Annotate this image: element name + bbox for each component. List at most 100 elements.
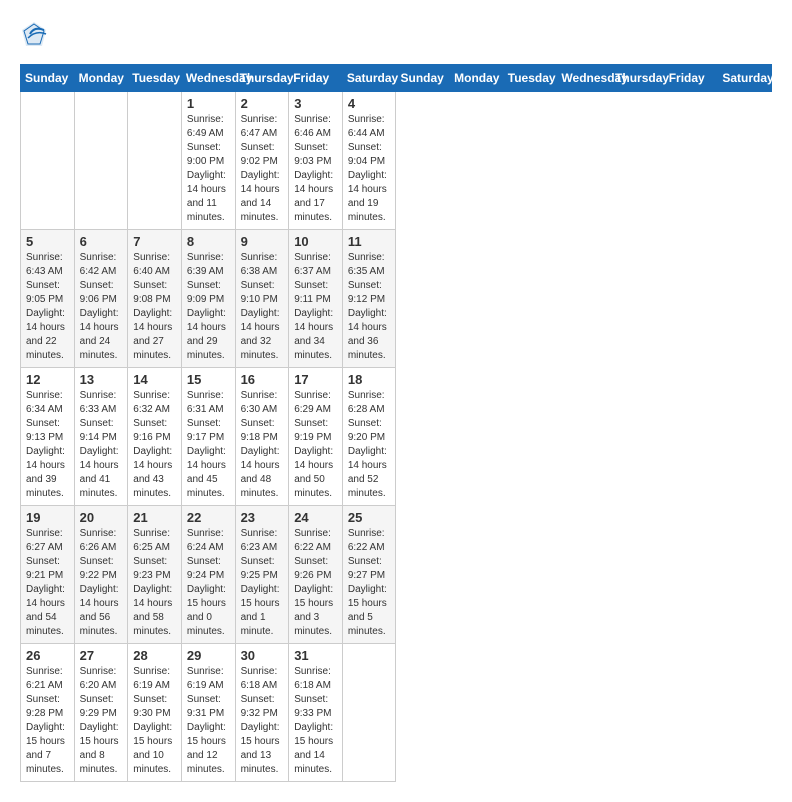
cell-info: Sunrise: 6:22 AM Sunset: 9:26 PM Dayligh…: [294, 527, 337, 639]
cell-info: Sunrise: 6:49 AM Sunset: 9:00 PM Dayligh…: [187, 113, 230, 225]
day-number: 29: [187, 648, 230, 663]
cell-info: Sunrise: 6:26 AM Sunset: 9:22 PM Dayligh…: [80, 527, 123, 639]
cell-info: Sunrise: 6:35 AM Sunset: 9:12 PM Dayligh…: [348, 251, 391, 363]
calendar-cell: 2 Sunrise: 6:47 AM Sunset: 9:02 PM Daylig…: [235, 92, 289, 230]
day-number: 20: [80, 510, 123, 525]
col-header-saturday: Saturday: [718, 65, 772, 92]
col-header-wednesday: Wednesday: [557, 65, 611, 92]
calendar-cell: 11 Sunrise: 6:35 AM Sunset: 9:12 PM Dayli…: [342, 230, 396, 368]
calendar-cell: 19 Sunrise: 6:27 AM Sunset: 9:21 PM Dayli…: [21, 506, 75, 644]
day-number: 24: [294, 510, 337, 525]
col-header-tuesday: Tuesday: [503, 65, 557, 92]
calendar-cell: 18Sunrise: 6:28 AM Sunset: 9:20 PM Dayli…: [342, 368, 396, 506]
calendar-cell: 14 Sunrise: 6:32 AM Sunset: 9:16 PM Dayli…: [128, 368, 182, 506]
calendar-cell: 27 Sunrise: 6:20 AM Sunset: 9:29 PM Dayli…: [74, 644, 128, 782]
day-number: 22: [187, 510, 230, 525]
cell-info: Sunrise: 6:42 AM Sunset: 9:06 PM Dayligh…: [80, 251, 123, 363]
day-number: 7: [133, 234, 176, 249]
cell-info: Sunrise: 6:22 AM Sunset: 9:27 PM Dayligh…: [348, 527, 391, 639]
cell-info: Sunrise: 6:18 AM Sunset: 9:32 PM Dayligh…: [241, 665, 284, 777]
calendar-cell: 29 Sunrise: 6:19 AM Sunset: 9:31 PM Dayli…: [181, 644, 235, 782]
day-number: 30: [241, 648, 284, 663]
day-number: 6: [80, 234, 123, 249]
calendar-cell: 12 Sunrise: 6:34 AM Sunset: 9:13 PM Dayli…: [21, 368, 75, 506]
day-number: 19: [26, 510, 69, 525]
calendar-cell: 7Sunrise: 6:40 AM Sunset: 9:08 PM Daylig…: [128, 230, 182, 368]
day-number: 21: [133, 510, 176, 525]
cell-info: Sunrise: 6:34 AM Sunset: 9:13 PM Dayligh…: [26, 389, 69, 501]
cell-info: Sunrise: 6:25 AM Sunset: 9:23 PM Dayligh…: [133, 527, 176, 639]
calendar-cell: 28 Sunrise: 6:19 AM Sunset: 9:30 PM Dayli…: [128, 644, 182, 782]
calendar-cell: 30 Sunrise: 6:18 AM Sunset: 9:32 PM Dayli…: [235, 644, 289, 782]
day-number: 14: [133, 372, 176, 387]
calendar-cell: [74, 92, 128, 230]
col-header-monday: Monday: [450, 65, 504, 92]
cell-info: Sunrise: 6:18 AM Sunset: 9:33 PM Dayligh…: [294, 665, 337, 777]
cell-info: Sunrise: 6:19 AM Sunset: 9:30 PM Dayligh…: [133, 665, 176, 777]
calendar-cell: 24 Sunrise: 6:22 AM Sunset: 9:26 PM Dayli…: [289, 506, 343, 644]
cell-info: Sunrise: 6:30 AM Sunset: 9:18 PM Dayligh…: [241, 389, 284, 501]
header-sunday: Sunday: [21, 65, 75, 92]
calendar-week-4: 19 Sunrise: 6:27 AM Sunset: 9:21 PM Dayli…: [21, 506, 772, 644]
day-number: 16: [241, 372, 284, 387]
day-number: 25: [348, 510, 391, 525]
calendar-table: SundayMondayTuesdayWednesdayThursdayFrid…: [20, 64, 772, 782]
day-number: 9: [241, 234, 284, 249]
cell-info: Sunrise: 6:32 AM Sunset: 9:16 PM Dayligh…: [133, 389, 176, 501]
calendar-cell: 31 Sunrise: 6:18 AM Sunset: 9:33 PM Dayli…: [289, 644, 343, 782]
header-tuesday: Tuesday: [128, 65, 182, 92]
cell-info: Sunrise: 6:46 AM Sunset: 9:03 PM Dayligh…: [294, 113, 337, 225]
cell-info: Sunrise: 6:20 AM Sunset: 9:29 PM Dayligh…: [80, 665, 123, 777]
day-number: 3: [294, 96, 337, 111]
calendar-cell: 1Sunrise: 6:49 AM Sunset: 9:00 PM Daylig…: [181, 92, 235, 230]
cell-info: Sunrise: 6:31 AM Sunset: 9:17 PM Dayligh…: [187, 389, 230, 501]
calendar-cell: 23 Sunrise: 6:23 AM Sunset: 9:25 PM Dayli…: [235, 506, 289, 644]
cell-info: Sunrise: 6:19 AM Sunset: 9:31 PM Dayligh…: [187, 665, 230, 777]
day-number: 27: [80, 648, 123, 663]
cell-info: Sunrise: 6:43 AM Sunset: 9:05 PM Dayligh…: [26, 251, 69, 363]
cell-info: Sunrise: 6:28 AM Sunset: 9:20 PM Dayligh…: [348, 389, 391, 501]
calendar-cell: [21, 92, 75, 230]
calendar-header-row: SundayMondayTuesdayWednesdayThursdayFrid…: [21, 65, 772, 92]
logo: [20, 20, 52, 48]
day-number: 15: [187, 372, 230, 387]
calendar-week-5: 26Sunrise: 6:21 AM Sunset: 9:28 PM Dayli…: [21, 644, 772, 782]
calendar-cell: 26Sunrise: 6:21 AM Sunset: 9:28 PM Dayli…: [21, 644, 75, 782]
cell-info: Sunrise: 6:33 AM Sunset: 9:14 PM Dayligh…: [80, 389, 123, 501]
header-monday: Monday: [74, 65, 128, 92]
day-number: 28: [133, 648, 176, 663]
day-number: 13: [80, 372, 123, 387]
cell-info: Sunrise: 6:39 AM Sunset: 9:09 PM Dayligh…: [187, 251, 230, 363]
day-number: 23: [241, 510, 284, 525]
logo-icon: [20, 20, 48, 48]
day-number: 12: [26, 372, 69, 387]
cell-info: Sunrise: 6:24 AM Sunset: 9:24 PM Dayligh…: [187, 527, 230, 639]
day-number: 4: [348, 96, 391, 111]
calendar-cell: 17 Sunrise: 6:29 AM Sunset: 9:19 PM Dayli…: [289, 368, 343, 506]
header-friday: Friday: [289, 65, 343, 92]
day-number: 26: [26, 648, 69, 663]
calendar-cell: 22 Sunrise: 6:24 AM Sunset: 9:24 PM Dayli…: [181, 506, 235, 644]
header-wednesday: Wednesday: [181, 65, 235, 92]
calendar-cell: 3 Sunrise: 6:46 AM Sunset: 9:03 PM Daylig…: [289, 92, 343, 230]
cell-info: Sunrise: 6:29 AM Sunset: 9:19 PM Dayligh…: [294, 389, 337, 501]
calendar-cell: 25 Sunrise: 6:22 AM Sunset: 9:27 PM Dayli…: [342, 506, 396, 644]
day-number: 31: [294, 648, 337, 663]
day-number: 5: [26, 234, 69, 249]
calendar-week-3: 12 Sunrise: 6:34 AM Sunset: 9:13 PM Dayli…: [21, 368, 772, 506]
col-header-friday: Friday: [664, 65, 718, 92]
col-header-thursday: Thursday: [611, 65, 665, 92]
cell-info: Sunrise: 6:27 AM Sunset: 9:21 PM Dayligh…: [26, 527, 69, 639]
calendar-cell: 16 Sunrise: 6:30 AM Sunset: 9:18 PM Dayli…: [235, 368, 289, 506]
calendar-cell: [128, 92, 182, 230]
day-number: 17: [294, 372, 337, 387]
calendar-cell: [342, 644, 396, 782]
cell-info: Sunrise: 6:23 AM Sunset: 9:25 PM Dayligh…: [241, 527, 284, 639]
cell-info: Sunrise: 6:47 AM Sunset: 9:02 PM Dayligh…: [241, 113, 284, 225]
header-thursday: Thursday: [235, 65, 289, 92]
calendar-cell: 4Sunrise: 6:44 AM Sunset: 9:04 PM Daylig…: [342, 92, 396, 230]
calendar-cell: 20 Sunrise: 6:26 AM Sunset: 9:22 PM Dayli…: [74, 506, 128, 644]
day-number: 2: [241, 96, 284, 111]
day-number: 8: [187, 234, 230, 249]
day-number: 11: [348, 234, 391, 249]
